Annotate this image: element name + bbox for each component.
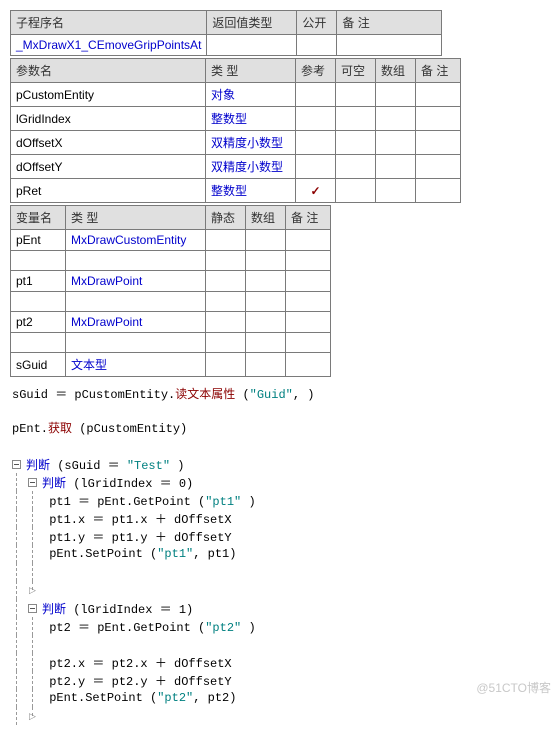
t1-h4: 备 注 bbox=[337, 11, 442, 35]
code-line[interactable]: pEnt.获取 (pCustomEntity) bbox=[12, 419, 549, 441]
table-row[interactable]: lGridIndex整数型 bbox=[11, 107, 461, 131]
arrow-icon: ▷ bbox=[29, 712, 36, 722]
t2-h4: 可空 bbox=[336, 59, 376, 83]
table-row[interactable] bbox=[11, 251, 331, 271]
table-row[interactable]: dOffsetY双精度小数型 bbox=[11, 155, 461, 179]
code-line[interactable]: pt2.x ＝ pt2.x ＋ dOffsetX bbox=[10, 653, 549, 671]
arrow-icon: ▷ bbox=[29, 586, 36, 596]
code-line[interactable]: sGuid ＝ pCustomEntity.读文本属性 ("Guid", ) bbox=[12, 385, 549, 407]
code-line[interactable]: 判断 (lGridIndex ＝ 0) bbox=[10, 473, 549, 491]
t2-h1: 参数名 bbox=[11, 59, 206, 83]
table-row[interactable]: pRet整数型✓ bbox=[11, 179, 461, 203]
subroutine-table: 子程序名 返回值类型 公开 备 注 _MxDrawX1_CEmoveGripPo… bbox=[10, 10, 442, 56]
collapse-icon[interactable] bbox=[28, 604, 37, 613]
t3-h3: 静态 bbox=[206, 206, 246, 230]
collapse-icon[interactable] bbox=[28, 478, 37, 487]
watermark: @51CTO博客 bbox=[476, 679, 551, 696]
code-line[interactable]: pEnt.SetPoint ("pt1", pt1) bbox=[10, 545, 549, 563]
t2-h2: 类 型 bbox=[206, 59, 296, 83]
table-row[interactable]: sGuid文本型 bbox=[11, 353, 331, 377]
table-row[interactable] bbox=[11, 292, 331, 312]
table-row[interactable]: pt2MxDrawPoint bbox=[11, 312, 331, 333]
sub-name: _MxDrawX1_CEmoveGripPointsAt bbox=[11, 35, 207, 56]
code-line[interactable]: pt2 ＝ pEnt.GetPoint ("pt2" ) bbox=[10, 617, 549, 635]
code-line[interactable] bbox=[10, 635, 549, 653]
code-tree: 判断 (sGuid ＝ "Test" ) 判断 (lGridIndex ＝ 0)… bbox=[10, 455, 549, 725]
code-line[interactable]: 判断 (sGuid ＝ "Test" ) bbox=[10, 455, 549, 473]
code-line[interactable]: 判断 (lGridIndex ＝ 1) bbox=[10, 599, 549, 617]
t3-h1: 变量名 bbox=[11, 206, 66, 230]
t3-h5: 备 注 bbox=[286, 206, 331, 230]
t2-h6: 备 注 bbox=[416, 59, 461, 83]
code-line[interactable] bbox=[10, 563, 549, 581]
t2-h5: 数组 bbox=[376, 59, 416, 83]
table-row[interactable]: _MxDrawX1_CEmoveGripPointsAt bbox=[11, 35, 442, 56]
check-icon: ✓ bbox=[296, 179, 336, 203]
code-line[interactable]: ▷ bbox=[10, 707, 549, 725]
t3-h2: 类 型 bbox=[66, 206, 206, 230]
t3-h4: 数组 bbox=[246, 206, 286, 230]
params-table: 参数名 类 型 参考 可空 数组 备 注 pCustomEntity对象 lGr… bbox=[10, 58, 461, 203]
vars-table: 变量名 类 型 静态 数组 备 注 pEntMxDrawCustomEntity… bbox=[10, 205, 331, 377]
code-line[interactable]: ▷ bbox=[10, 581, 549, 599]
t1-h3: 公开 bbox=[297, 11, 337, 35]
table-row[interactable]: pt1MxDrawPoint bbox=[11, 271, 331, 292]
code-line[interactable]: pt2.y ＝ pt2.y ＋ dOffsetY bbox=[10, 671, 549, 689]
collapse-icon[interactable] bbox=[12, 460, 21, 469]
code-line[interactable]: pEnt.SetPoint ("pt2", pt2) bbox=[10, 689, 549, 707]
code-block: sGuid ＝ pCustomEntity.读文本属性 ("Guid", ) p… bbox=[10, 385, 549, 440]
table-row[interactable]: dOffsetX双精度小数型 bbox=[11, 131, 461, 155]
table-row[interactable]: pEntMxDrawCustomEntity bbox=[11, 230, 331, 251]
t1-h1: 子程序名 bbox=[11, 11, 207, 35]
table-row[interactable]: pCustomEntity对象 bbox=[11, 83, 461, 107]
code-line[interactable]: pt1.y ＝ pt1.y ＋ dOffsetY bbox=[10, 527, 549, 545]
t1-h2: 返回值类型 bbox=[207, 11, 297, 35]
code-line[interactable]: pt1 ＝ pEnt.GetPoint ("pt1" ) bbox=[10, 491, 549, 509]
table-row[interactable] bbox=[11, 333, 331, 353]
code-line[interactable]: pt1.x ＝ pt1.x ＋ dOffsetX bbox=[10, 509, 549, 527]
t2-h3: 参考 bbox=[296, 59, 336, 83]
